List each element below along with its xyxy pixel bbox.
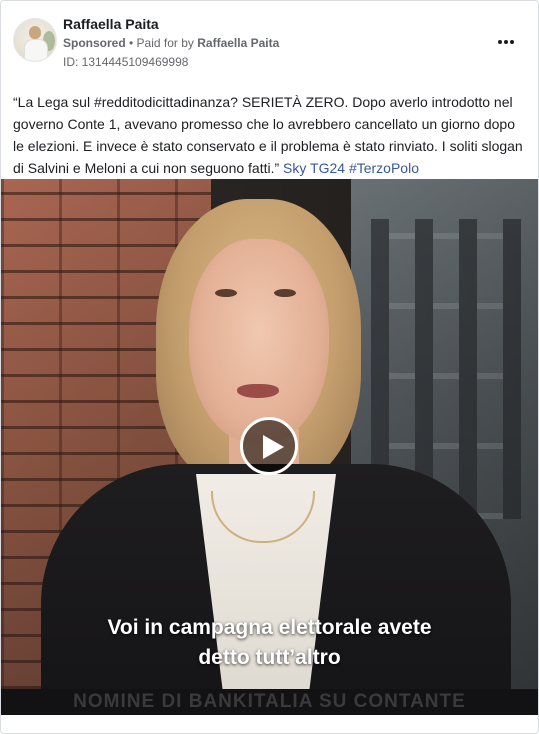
more-horizontal-icon	[498, 40, 514, 44]
ad-card: Raffaella Paita Sponsored • Paid for by …	[0, 0, 539, 734]
news-ticker: NOMINE DI BANKITALIA SU CONTANTE	[1, 689, 538, 715]
avatar[interactable]	[13, 18, 57, 62]
paid-for-prefix: Paid for by	[136, 36, 198, 50]
play-icon	[263, 435, 284, 459]
meta-separator: •	[125, 36, 137, 50]
caption-text: “La Lega sul #redditodicittadinanza? SER…	[13, 94, 523, 176]
post-caption: “La Lega sul #redditodicittadinanza? SER…	[13, 91, 529, 179]
speaker-face	[189, 239, 329, 444]
avatar-head	[29, 26, 41, 39]
caption-hashtag-terzopolo[interactable]: #TerzoPolo	[349, 160, 419, 176]
speaker-mouth	[237, 384, 279, 398]
caption-link-skytg24[interactable]: Sky TG24	[283, 160, 345, 176]
page-name[interactable]: Raffaella Paita	[63, 16, 159, 32]
more-options-button[interactable]	[494, 33, 518, 53]
video-player[interactable]: Voi in campagna elettorale avete detto t…	[1, 179, 538, 715]
video-subtitle: Voi in campagna elettorale avete detto t…	[1, 613, 538, 673]
avatar-body	[24, 39, 48, 61]
subtitle-line-2: detto tutt’altro	[198, 646, 341, 669]
play-button[interactable]	[240, 417, 298, 475]
speaker-eye-right	[274, 289, 296, 297]
post-header: Raffaella Paita Sponsored • Paid for by …	[13, 11, 528, 73]
sponsored-label: Sponsored	[63, 36, 126, 50]
subtitle-line-1: Voi in campagna elettorale avete	[107, 616, 432, 639]
paid-for-name: Raffaella Paita	[197, 36, 280, 50]
ad-id: ID: 1314445109469998	[63, 55, 189, 69]
speaker-eye-left	[215, 289, 237, 297]
sponsored-line: Sponsored • Paid for by Raffaella Paita	[63, 36, 279, 50]
